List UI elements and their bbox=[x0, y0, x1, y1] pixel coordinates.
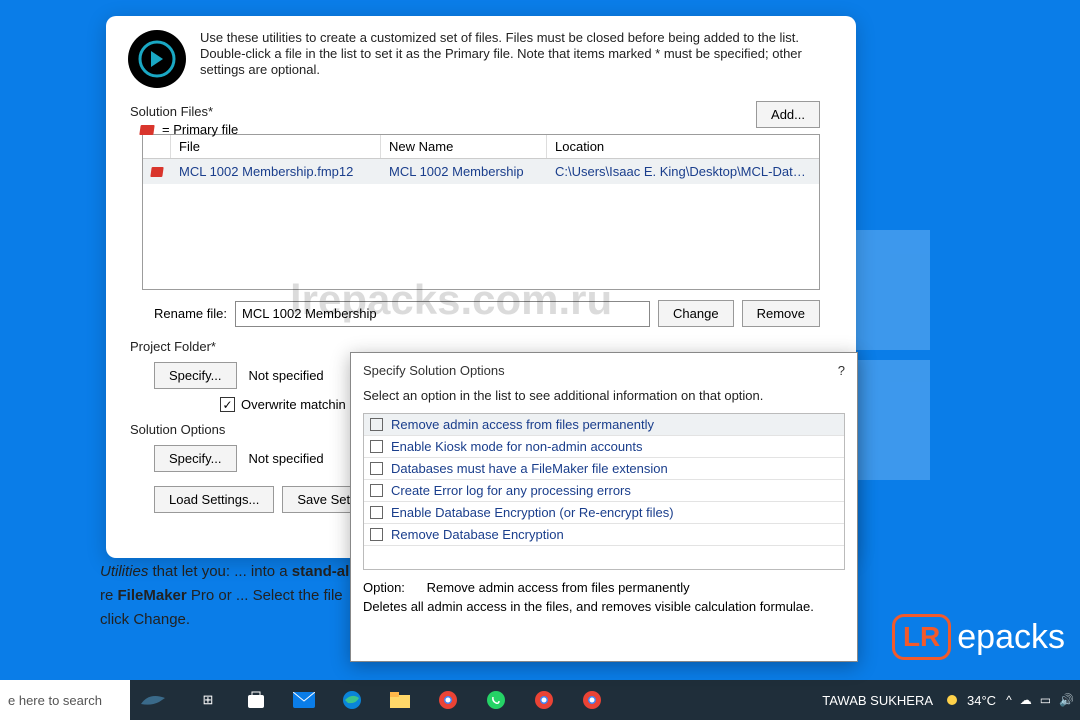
overwrite-label: Overwrite matchin bbox=[241, 397, 346, 412]
option-file-extension[interactable]: Databases must have a FileMaker file ext… bbox=[364, 458, 844, 480]
checkbox[interactable] bbox=[370, 528, 383, 541]
solution-files-table[interactable]: File New Name Location MCL 1002 Membersh… bbox=[142, 134, 820, 290]
specify-solution-options-button[interactable]: Specify... bbox=[154, 445, 237, 472]
option-footer-label: Option: bbox=[363, 580, 423, 595]
search-input[interactable]: e here to search bbox=[0, 680, 130, 720]
checkbox[interactable] bbox=[370, 484, 383, 497]
checkbox[interactable] bbox=[370, 440, 383, 453]
option-remove-encryption[interactable]: Remove Database Encryption bbox=[364, 524, 844, 546]
checkbox[interactable] bbox=[370, 506, 383, 519]
col-new-name: New Name bbox=[381, 135, 547, 158]
project-folder-value: Not specified bbox=[249, 368, 324, 383]
rename-file-input[interactable] bbox=[235, 301, 650, 327]
option-remove-admin[interactable]: Remove admin access from files permanent… bbox=[364, 414, 844, 436]
tray-volume-icon[interactable]: 🔊 bbox=[1059, 693, 1074, 707]
intro-text: Use these utilities to create a customiz… bbox=[200, 30, 834, 88]
whatsapp-icon[interactable] bbox=[472, 680, 520, 720]
store-icon[interactable] bbox=[232, 680, 280, 720]
remove-button[interactable]: Remove bbox=[742, 300, 820, 327]
solution-options-value: Not specified bbox=[249, 451, 324, 466]
tray-battery-icon[interactable]: ▭ bbox=[1040, 693, 1051, 707]
chrome-icon-2[interactable] bbox=[520, 680, 568, 720]
taskbar: e here to search ⊞ TAWAB SUKHERA 34°C ^ … bbox=[0, 680, 1080, 720]
marlin-icon[interactable] bbox=[130, 680, 178, 720]
change-button[interactable]: Change bbox=[658, 300, 734, 327]
add-button[interactable]: Add... bbox=[756, 101, 820, 128]
taskbar-user-name: TAWAB SUKHERA bbox=[822, 693, 933, 708]
filemaker-app-icon bbox=[128, 30, 186, 88]
options-list[interactable]: Remove admin access from files permanent… bbox=[363, 413, 845, 570]
weather-widget[interactable]: 34°C bbox=[943, 691, 996, 709]
background-article-text: Utilities that let you: ... into a stand… bbox=[100, 560, 349, 632]
primary-file-icon bbox=[150, 167, 163, 177]
help-button[interactable]: ? bbox=[838, 363, 845, 378]
option-footer-name: Remove admin access from files permanent… bbox=[427, 580, 690, 595]
option-footer-description: Deletes all admin access in the files, a… bbox=[363, 599, 845, 614]
task-view-icon[interactable]: ⊞ bbox=[184, 680, 232, 720]
specify-solution-options-dialog: Specify Solution Options ? Select an opt… bbox=[350, 352, 858, 662]
option-enable-encryption[interactable]: Enable Database Encryption (or Re-encryp… bbox=[364, 502, 844, 524]
checkbox[interactable] bbox=[370, 462, 383, 475]
rename-file-label: Rename file: bbox=[154, 306, 227, 321]
edge-icon[interactable] bbox=[328, 680, 376, 720]
col-location: Location bbox=[547, 135, 819, 158]
load-settings-button[interactable]: Load Settings... bbox=[154, 486, 274, 513]
tray-chevron-icon[interactable]: ^ bbox=[1006, 693, 1012, 707]
table-row[interactable]: MCL 1002 Membership.fmp12 MCL 1002 Membe… bbox=[143, 159, 819, 184]
overwrite-checkbox[interactable]: ✓ bbox=[220, 397, 235, 412]
primary-file-icon bbox=[139, 125, 154, 135]
option-kiosk-mode[interactable]: Enable Kiosk mode for non-admin accounts bbox=[364, 436, 844, 458]
chrome-icon[interactable] bbox=[424, 680, 472, 720]
checkbox[interactable] bbox=[370, 418, 383, 431]
tray-onedrive-icon[interactable]: ☁ bbox=[1020, 693, 1032, 707]
explorer-icon[interactable] bbox=[376, 680, 424, 720]
mail-icon[interactable] bbox=[280, 680, 328, 720]
dialog-description: Select an option in the list to see addi… bbox=[351, 382, 857, 413]
option-error-log[interactable]: Create Error log for any processing erro… bbox=[364, 480, 844, 502]
chrome-icon-3[interactable] bbox=[568, 680, 616, 720]
lrepacks-logo: LRepacks bbox=[892, 614, 1065, 660]
specify-project-folder-button[interactable]: Specify... bbox=[154, 362, 237, 389]
col-file: File bbox=[171, 135, 381, 158]
dialog-title: Specify Solution Options bbox=[363, 363, 505, 378]
